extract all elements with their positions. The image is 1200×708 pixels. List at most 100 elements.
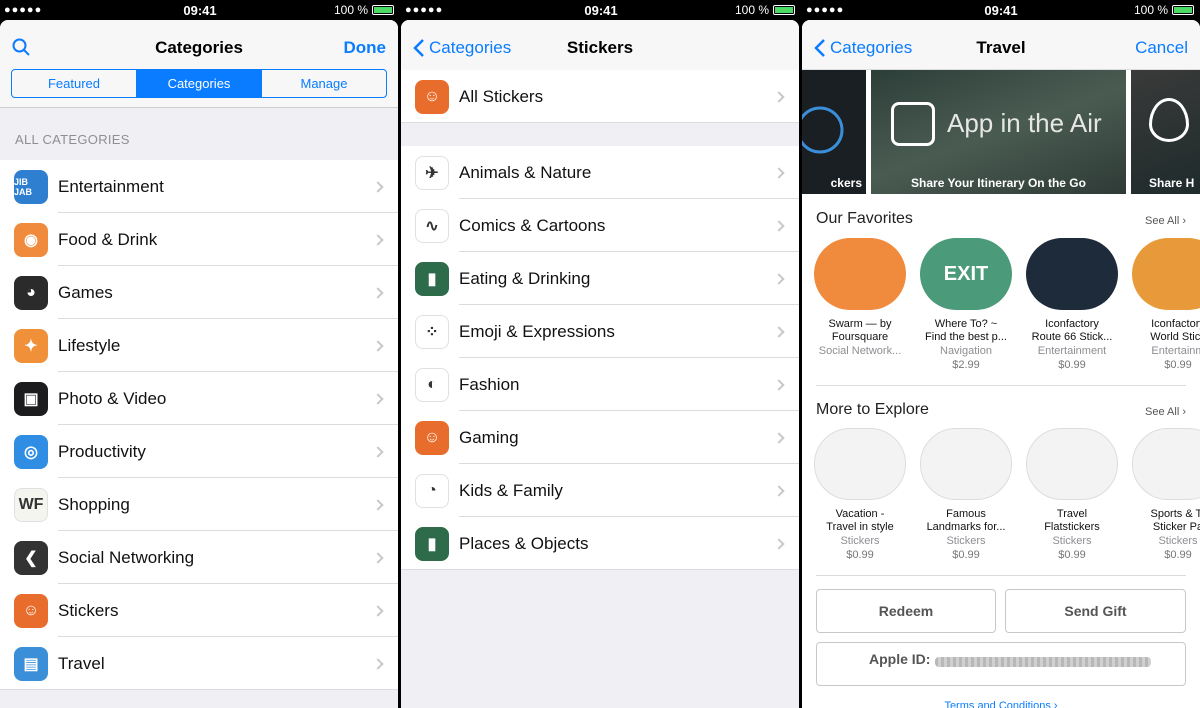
chevron-right-icon <box>372 551 384 564</box>
tab-manage[interactable]: Manage <box>262 70 386 97</box>
app-card[interactable]: Swarm — by Foursquare Social Network... <box>810 238 910 372</box>
palm-tree-icon <box>814 428 906 500</box>
chevron-right-icon <box>372 339 384 352</box>
apple-id-redacted <box>935 657 1151 667</box>
list-item-lifestyle[interactable]: ✦ Lifestyle <box>0 319 398 372</box>
banner-route66[interactable]: ckers <box>802 70 866 194</box>
chevron-right-icon <box>773 272 785 285</box>
divider <box>816 575 1186 576</box>
icon-glyph: ▣ <box>23 390 39 408</box>
chevron-right-icon <box>372 657 384 670</box>
see-all-label: See All <box>1145 215 1180 227</box>
list-item-label: Photo & Video <box>58 388 167 408</box>
corgi-icon: ◔ <box>415 473 449 508</box>
list-item-social-networking[interactable]: ❮ Social Networking <box>0 531 398 584</box>
luggage-icon: ▤ <box>14 646 48 681</box>
redeem-button[interactable]: Redeem <box>816 589 996 633</box>
list-item-productivity[interactable]: ◎ Productivity <box>0 425 398 478</box>
jibjab-icon: JIB JAB <box>14 169 48 204</box>
battery-icon <box>372 5 394 15</box>
list-item-entertainment[interactable]: JIB JAB Entertainment <box>0 160 398 213</box>
chevron-right-icon <box>372 604 384 617</box>
app-card[interactable]: EXIT Where To? ~ Find the best p... Navigat… <box>916 238 1016 372</box>
icon-glyph: ◔ <box>427 481 437 499</box>
see-all-label: See All <box>1145 406 1180 418</box>
app-price: $0.99 <box>1058 549 1086 561</box>
icon-glyph: ∿ <box>425 217 439 235</box>
app-name2: Flatstickers <box>1044 521 1100 533</box>
list-item-all-stickers[interactable]: ☺ All Stickers <box>401 70 799 123</box>
list-item-places-objects[interactable]: ▮ Places & Objects <box>401 517 799 570</box>
chevron-right-icon <box>372 392 384 405</box>
app-card[interactable]: IconfactoryWorld Stick Entertainm $0.99 <box>1128 238 1200 372</box>
app-price: $0.99 <box>952 549 980 561</box>
list-item-stickers[interactable]: ☺ Stickers <box>0 584 398 637</box>
banner-caption: ckers <box>830 176 862 190</box>
cancel-button[interactable]: Cancel <box>1135 38 1188 58</box>
chevron-right-icon <box>773 219 785 232</box>
bicycle-icon <box>1132 428 1200 500</box>
app-card[interactable]: Iconfactory Route 66 Stick... Entertainmen… <box>1022 238 1122 372</box>
chevron-right-icon <box>773 484 785 497</box>
terms-label: Terms and Conditions <box>944 700 1051 708</box>
battery-percent: 100 % <box>333 3 368 17</box>
list-item-gaming[interactable]: ☺ Gaming <box>401 411 799 464</box>
tab-featured[interactable]: Featured <box>12 70 137 97</box>
app-price: $0.99 <box>846 549 874 561</box>
app-cat: Social Network... <box>818 345 902 357</box>
icon-glyph: EXIT <box>943 262 989 285</box>
list-item-animals-nature[interactable]: ✈ Animals & Nature <box>401 146 799 199</box>
list-item-shopping[interactable]: WF Shopping <box>0 478 398 531</box>
list-item-kids-family[interactable]: ◔ Kids & Family <box>401 464 799 517</box>
list-item-fashion[interactable]: ◐ Fashion <box>401 358 799 411</box>
banner-caption: Share H <box>1149 176 1195 190</box>
tab-categories[interactable]: Categories <box>137 70 262 97</box>
mario-icon: ☺ <box>415 79 449 114</box>
list-item-label: Fashion <box>459 374 520 394</box>
list-item-comics-cartoons[interactable]: ∿ Comics & Cartoons <box>401 199 799 252</box>
list-item-label: Gaming <box>459 427 519 447</box>
done-button[interactable]: Done <box>344 38 387 58</box>
list-item-games[interactable]: ◕ Games <box>0 266 398 319</box>
terms-link[interactable]: Terms and Conditions › <box>802 700 1200 708</box>
list-item-label: Kids & Family <box>459 480 563 500</box>
icon-glyph: ◐ <box>427 375 437 393</box>
category-list: JIB JAB Entertainment ◉ Food & Drink ◕ Games ✦… <box>0 160 398 690</box>
globe-icon: ◎ <box>14 434 48 469</box>
list-item-food-drink[interactable]: ◉ Food & Drink <box>0 213 398 266</box>
list-item-emoji-expressions[interactable]: ⁘ Emoji & Expressions <box>401 305 799 358</box>
list-item-label: Food & Drink <box>58 229 158 249</box>
chevron-right-icon <box>773 537 785 550</box>
app-card[interactable]: Vacation - Travel in style Stickers $0.99 <box>810 428 910 562</box>
app-card[interactable]: Sports & TrSticker Pa Stickers $0.99 <box>1128 428 1200 562</box>
landmarks-icon <box>920 428 1012 500</box>
list-item-label: Eating & Drinking <box>459 268 591 288</box>
chevron-right-icon <box>372 445 384 458</box>
cup-icon: ▮ <box>415 526 449 561</box>
chevron-right-icon <box>372 498 384 511</box>
icon-glyph: ⁘ <box>425 323 439 341</box>
mario-icon: ☺ <box>14 593 48 628</box>
banner-app-in-the-air[interactable]: App in the Air Share Your Itinerary On t… <box>871 70 1126 194</box>
list-item-label: Social Networking <box>58 547 195 567</box>
app-cat: Stickers <box>1052 535 1092 547</box>
battery-percent: 100 % <box>734 3 769 17</box>
apple-id-button[interactable]: Apple ID: <box>816 642 1186 686</box>
banner-carousel: ckers App in the Air Share Your Itinerar… <box>802 70 1200 194</box>
banner-airbnb[interactable]: Share H <box>1131 70 1200 194</box>
list-item-travel[interactable]: ▤ Travel <box>0 637 398 690</box>
app-name1: Swarm — by <box>828 318 892 330</box>
favorites-row: Swarm — by Foursquare Social Network... EX… <box>802 238 1200 378</box>
list-item-eating-drinking[interactable]: ▮ Eating & Drinking <box>401 252 799 305</box>
see-all-explore-link[interactable]: See All › <box>1145 406 1186 418</box>
see-all-favorites-link[interactable]: See All › <box>1145 215 1186 227</box>
app-name1: Sports & Tr <box>1150 508 1200 520</box>
list-item-photo-video[interactable]: ▣ Photo & Video <box>0 372 398 425</box>
app-card[interactable]: Travel Flatstickers Stickers $0.99 <box>1022 428 1122 562</box>
icon-glyph: ▤ <box>23 655 39 673</box>
app-card[interactable]: Famous Landmarks for... Stickers $0.99 <box>916 428 1016 562</box>
status-bar-3: ●●●●● 09:41 100 % <box>802 0 1200 20</box>
send-gift-button[interactable]: Send Gift <box>1005 589 1186 633</box>
route66-icon <box>802 106 844 154</box>
app-name2: Travel in style <box>826 521 894 533</box>
